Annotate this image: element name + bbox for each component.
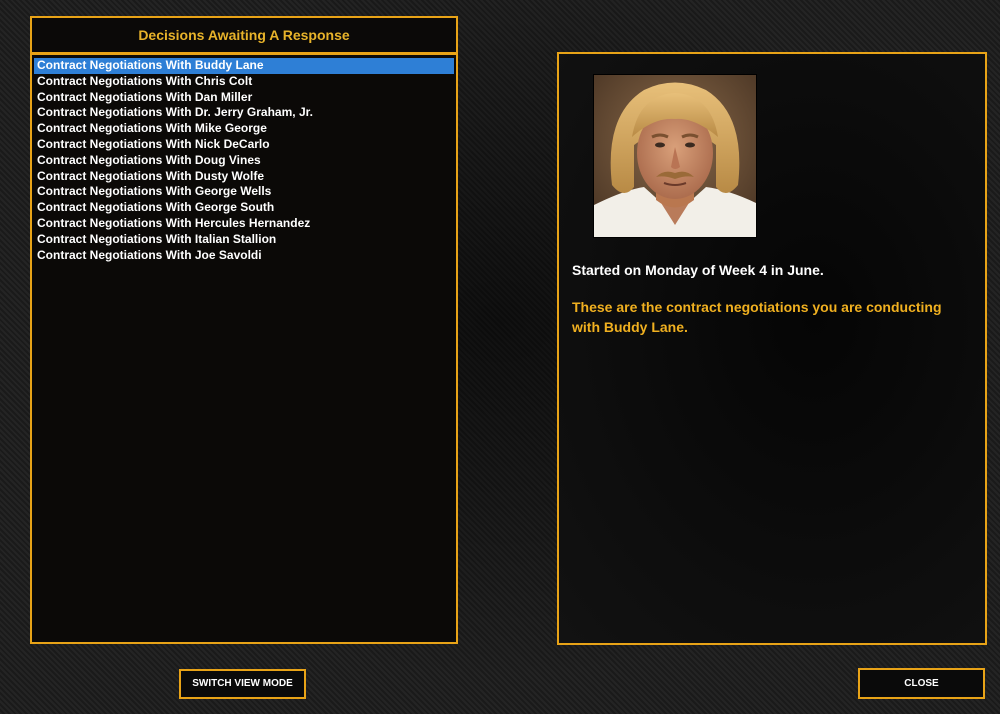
portrait-image bbox=[594, 75, 756, 237]
decisions-list[interactable]: Contract Negotiations With Buddy Lane Con… bbox=[32, 55, 456, 263]
decisions-header: Decisions Awaiting A Response bbox=[30, 16, 458, 54]
switch-view-mode-button[interactable]: SWITCH VIEW MODE bbox=[179, 669, 306, 699]
decision-list-item[interactable]: Contract Negotiations With Nick DeCarlo bbox=[34, 137, 454, 153]
decision-detail-panel: Started on Monday of Week 4 in June. The… bbox=[557, 52, 987, 645]
decision-list-item[interactable]: Contract Negotiations With Dusty Wolfe bbox=[34, 169, 454, 185]
decision-list-item[interactable]: Contract Negotiations With Dan Miller bbox=[34, 90, 454, 106]
started-date-text: Started on Monday of Week 4 in June. bbox=[572, 262, 824, 278]
decision-list-item[interactable]: Contract Negotiations With Dr. Jerry Gra… bbox=[34, 105, 454, 121]
decision-list-item[interactable]: Contract Negotiations With Buddy Lane bbox=[34, 58, 454, 74]
decision-list-item[interactable]: Contract Negotiations With George Wells bbox=[34, 184, 454, 200]
wrestler-portrait bbox=[593, 74, 757, 238]
decision-list-item[interactable]: Contract Negotiations With George South bbox=[34, 200, 454, 216]
close-button[interactable]: CLOSE bbox=[858, 668, 985, 699]
decision-description: These are the contract negotiations you … bbox=[572, 299, 942, 335]
decisions-header-title: Decisions Awaiting A Response bbox=[138, 27, 350, 43]
decision-list-item[interactable]: Contract Negotiations With Mike George bbox=[34, 121, 454, 137]
decisions-list-box[interactable]: Contract Negotiations With Buddy Lane Con… bbox=[30, 53, 458, 644]
decision-list-item[interactable]: Contract Negotiations With Chris Colt bbox=[34, 74, 454, 90]
decision-list-item[interactable]: Contract Negotiations With Hercules Hern… bbox=[34, 216, 454, 232]
decision-list-item[interactable]: Contract Negotiations With Joe Savoldi bbox=[34, 248, 454, 264]
decision-list-item[interactable]: Contract Negotiations With Italian Stall… bbox=[34, 232, 454, 248]
decision-list-item[interactable]: Contract Negotiations With Doug Vines bbox=[34, 153, 454, 169]
